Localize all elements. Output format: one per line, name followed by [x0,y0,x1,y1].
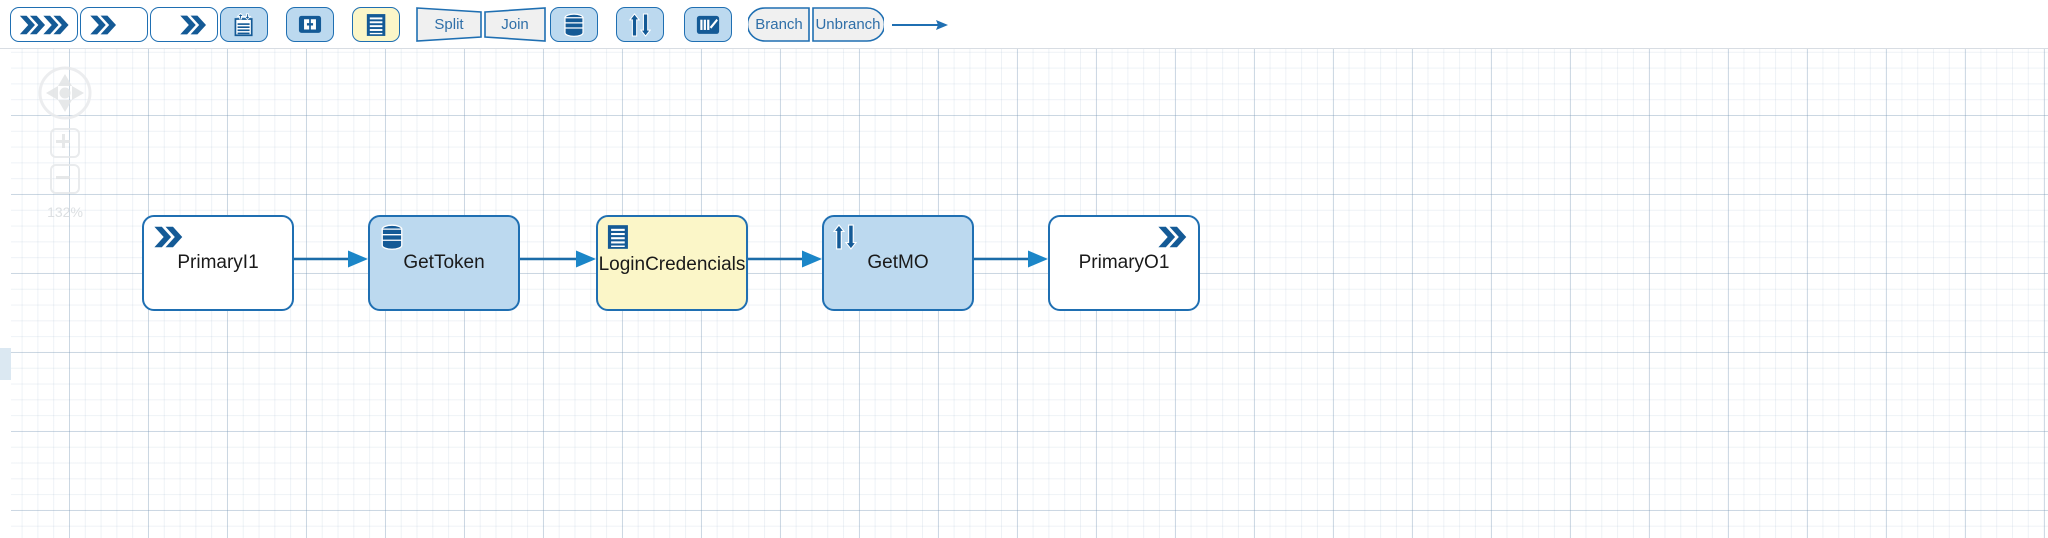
connector-arrow-tool[interactable] [890,7,950,42]
pan-compass-icon[interactable] [36,64,94,122]
branch-button-shape[interactable]: Branch [748,7,810,42]
zoom-out-button[interactable] [50,164,80,194]
lines-document-icon [366,13,386,37]
split-button-label: Split [434,16,463,33]
node-primary-i1-label: PrimaryI1 [144,252,292,274]
multi-chevron-triple-button[interactable] [10,7,78,42]
toolbar-items: Split Join Branch Unbranch [0,0,2048,48]
double-chevron-right-icon [179,13,209,37]
database-button-shape[interactable] [550,7,598,42]
diagram-canvas[interactable]: PrimaryI1 GetToken LoginCredencials GetM… [0,48,2048,538]
branch-button-label: Branch [755,16,803,33]
unbranch-button[interactable]: Unbranch [812,7,884,42]
node-get-mo[interactable]: GetMO [822,215,974,311]
canvas-left-margin [0,48,11,538]
unbranch-button-label: Unbranch [815,16,880,33]
zoom-level-label: 132% [36,204,94,220]
chevron-right-aligned-button-shape[interactable] [150,7,218,42]
bars-pen-icon [696,15,720,35]
expand-brackets-button[interactable] [286,7,334,42]
chevron-left-aligned-button[interactable] [80,7,148,42]
unbranch-button-shape[interactable]: Unbranch [812,7,884,42]
connection-get-mo-to-primary-o1[interactable] [974,247,1048,271]
join-button-label: Join [501,16,529,33]
database-icon [379,224,405,255]
database-icon [562,13,586,37]
node-login-credencials-label: LoginCredencials [598,254,746,276]
canvas-left-highlight-strip [0,348,11,380]
document-transform-button[interactable] [220,7,268,42]
lines-document-icon [607,224,629,255]
node-primary-i1[interactable]: PrimaryI1 [142,215,294,311]
node-login-credencials[interactable]: LoginCredencials [596,215,748,311]
zoom-in-button[interactable] [50,128,80,158]
database-button[interactable] [550,7,598,42]
up-down-arrows-icon [629,13,651,37]
document-arrows-icon [232,13,256,37]
shape-palette-toolbar: Split Join Branch Unbranch [0,0,2048,49]
zoom-pan-control[interactable]: 132% [36,64,94,220]
chevron-right-aligned-button[interactable] [150,7,218,42]
up-down-arrows-button-shape[interactable] [616,7,664,42]
connection-get-token-to-login-credencials[interactable] [520,247,596,271]
minus-icon [56,176,70,179]
node-get-token[interactable]: GetToken [368,215,520,311]
join-button[interactable]: Join [484,7,546,42]
node-primary-o1-label: PrimaryO1 [1050,252,1198,274]
document-transform-button-shape[interactable] [220,7,268,42]
up-down-arrows-button[interactable] [616,7,664,42]
connection-login-credencials-to-get-mo[interactable] [748,247,822,271]
connection-primary-i1-to-get-token[interactable] [294,247,368,271]
up-down-arrows-icon [833,224,857,255]
split-button[interactable]: Split [416,7,482,42]
join-button-shape[interactable]: Join [484,7,546,42]
branch-button[interactable]: Branch [748,7,810,42]
node-primary-o1[interactable]: PrimaryO1 [1048,215,1200,311]
list-document-button[interactable] [352,7,400,42]
bars-pen-button-shape[interactable] [684,7,732,42]
double-chevron-left-icon [89,13,119,37]
bars-pen-button[interactable] [684,7,732,42]
plus-icon-vertical [62,134,65,148]
list-document-button-shape[interactable] [352,7,400,42]
multi-chevron-triple-button-shape[interactable] [10,7,78,42]
node-get-token-label: GetToken [370,252,518,274]
expand-brackets-button-shape[interactable] [286,7,334,42]
diagram-editor: Split Join Branch Unbranch [0,0,2048,538]
double-chevron-right-icon [1157,224,1190,255]
chevron-left-aligned-button-shape[interactable] [80,7,148,42]
expand-brackets-icon [298,15,322,34]
double-chevron-pair-icon [19,13,69,37]
node-get-mo-label: GetMO [824,252,972,274]
split-button-shape[interactable]: Split [416,7,482,42]
arrow-right-icon[interactable] [890,7,950,42]
double-chevron-right-icon [153,224,186,255]
